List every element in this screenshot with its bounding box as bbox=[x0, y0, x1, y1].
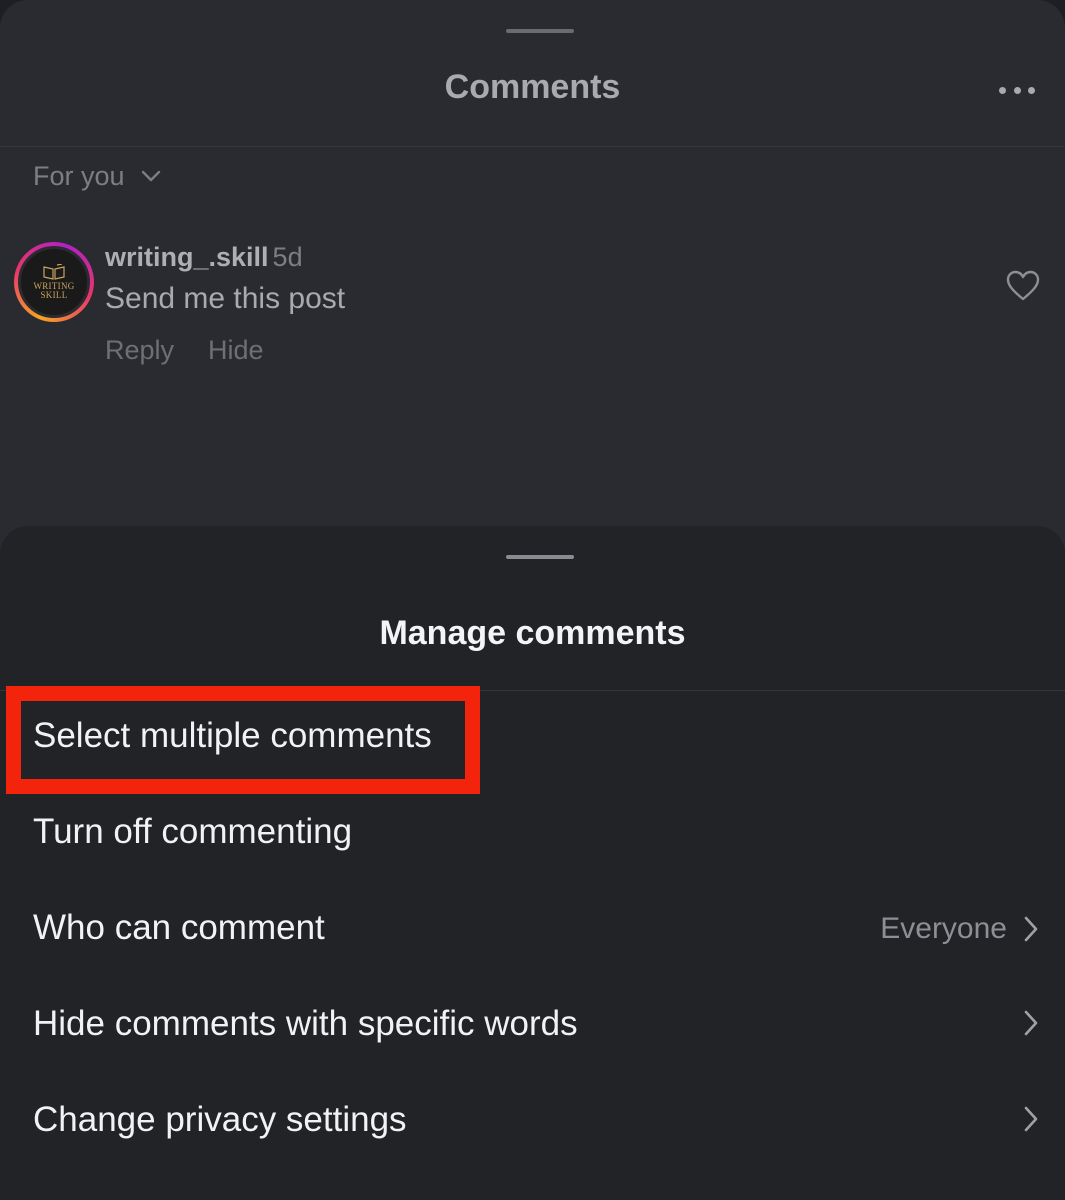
menu-item-change-privacy-settings[interactable]: Change privacy settings bbox=[0, 1086, 1065, 1158]
chevron-right-icon bbox=[1024, 1106, 1038, 1132]
hide-button[interactable]: Hide bbox=[208, 335, 264, 366]
menu-label-who-can-comment: Who can comment bbox=[33, 908, 325, 947]
sort-filter-label: For you bbox=[33, 160, 125, 191]
hide-words-chevron-group bbox=[1021, 1008, 1041, 1038]
avatar-image: WRITING SKILL bbox=[18, 246, 90, 318]
manage-divider bbox=[0, 690, 1065, 691]
who-can-comment-value: Everyone bbox=[880, 912, 1007, 945]
comment-text: Send me this post bbox=[105, 282, 346, 315]
menu-label-change-privacy-settings: Change privacy settings bbox=[33, 1100, 407, 1139]
manage-sheet-grabber[interactable] bbox=[506, 555, 574, 559]
heart-icon[interactable] bbox=[1006, 270, 1040, 302]
book-icon bbox=[43, 264, 65, 280]
avatar[interactable]: WRITING SKILL bbox=[14, 242, 94, 322]
manage-comments-sheet: Manage comments Select multiple comments… bbox=[0, 526, 1065, 1200]
menu-label-hide-specific-words: Hide comments with specific words bbox=[33, 1004, 578, 1043]
comment-time: 5d bbox=[272, 242, 303, 272]
comment-header: writing_.skill 5d bbox=[105, 242, 303, 273]
chevron-right-icon bbox=[1024, 916, 1038, 942]
menu-item-turn-off-commenting[interactable]: Turn off commenting bbox=[0, 798, 1065, 870]
chevron-right-icon bbox=[1024, 1010, 1038, 1036]
menu-item-hide-specific-words[interactable]: Hide comments with specific words bbox=[0, 990, 1065, 1062]
chevron-down-icon bbox=[141, 170, 160, 182]
who-can-comment-value-group: Everyone bbox=[880, 912, 1041, 946]
sort-filter-dropdown[interactable]: For you bbox=[33, 156, 163, 196]
more-icon[interactable] bbox=[999, 85, 1035, 95]
menu-label-turn-off-commenting: Turn off commenting bbox=[33, 812, 353, 851]
menu-item-select-multiple[interactable]: Select multiple comments bbox=[0, 702, 1065, 774]
comment-item: WRITING SKILL writing_.skill 5d Send me t… bbox=[14, 240, 1054, 370]
comment-actions: Reply Hide bbox=[105, 335, 264, 366]
comments-sheet-grabber[interactable] bbox=[506, 29, 574, 33]
manage-comments-title: Manage comments bbox=[379, 614, 686, 652]
privacy-chevron-group bbox=[1021, 1104, 1041, 1134]
menu-label-select-multiple: Select multiple comments bbox=[33, 716, 432, 755]
avatar-text-line2: SKILL bbox=[40, 290, 68, 300]
comments-title: Comments bbox=[444, 68, 621, 106]
screen: Comments For you WRITING SKILL writing_.… bbox=[0, 0, 1065, 1200]
comment-username[interactable]: writing_.skill bbox=[105, 242, 269, 272]
reply-button[interactable]: Reply bbox=[105, 335, 174, 366]
menu-item-who-can-comment[interactable]: Who can comment Everyone bbox=[0, 894, 1065, 966]
header-divider bbox=[0, 146, 1065, 147]
